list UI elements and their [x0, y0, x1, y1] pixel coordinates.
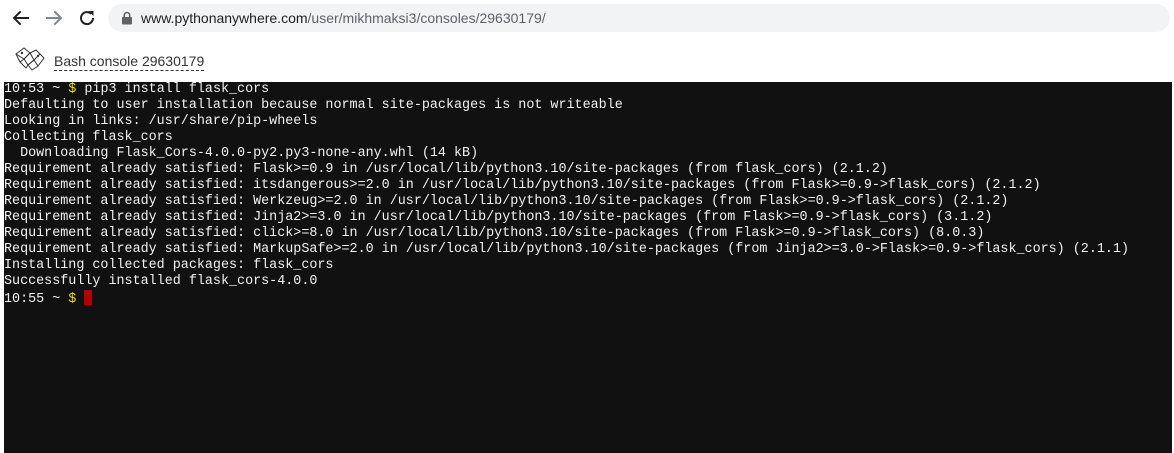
terminal-line: Downloading Flask_Cors-4.0.0-py2.py3-non…: [4, 146, 479, 161]
terminal-line: Requirement already satisfied: MarkupSaf…: [4, 242, 1129, 257]
terminal-cursor: [84, 290, 93, 305]
reload-button[interactable]: [76, 7, 98, 29]
reload-icon: [80, 11, 95, 26]
terminal-line: Requirement already satisfied: Werkzeug>…: [4, 194, 1009, 209]
address-bar[interactable]: www.pythonanywhere.com/user/mikhmaksi3/c…: [108, 4, 1170, 32]
page-header: Bash console 29630179: [0, 37, 1174, 82]
prompt-prefix: 10:55 ~: [4, 292, 69, 307]
back-button[interactable]: [10, 7, 32, 29]
url-path: /user/mikhmaksi3/consoles/29630179/: [307, 10, 546, 26]
terminal-line: Installing collected packages: flask_cor…: [4, 258, 334, 273]
terminal-line: Requirement already satisfied: itsdanger…: [4, 178, 1041, 193]
arrow-right-icon: [46, 10, 63, 26]
terminal-line: Requirement already satisfied: Jinja2>=3…: [4, 210, 993, 225]
terminal-line: Requirement already satisfied: Flask>=0.…: [4, 162, 888, 177]
terminal-prompt-line: 10:53 ~ $ pip3 install flask_cors: [4, 82, 1129, 98]
forward-button[interactable]: [43, 7, 65, 29]
console-title-link[interactable]: Bash console 29630179: [54, 53, 205, 71]
browser-toolbar: www.pythonanywhere.com/user/mikhmaksi3/c…: [0, 0, 1174, 37]
terminal-line: Collecting flask_cors: [4, 130, 173, 145]
arrow-left-icon: [12, 10, 29, 26]
prompt-command: [76, 292, 84, 307]
terminal-line: Successfully installed flask_cors-4.0.0: [4, 274, 318, 289]
prompt-prefix: 10:53 ~: [4, 82, 69, 97]
url-host: www.pythonanywhere.com: [141, 10, 308, 26]
url-text[interactable]: www.pythonanywhere.com/user/mikhmaksi3/c…: [141, 10, 546, 26]
terminal-output: 10:53 ~ $ pip3 install flask_cors Defaul…: [4, 82, 1129, 307]
terminal-line: Defaulting to user installation because …: [4, 98, 623, 113]
terminal-line: Looking in links: /usr/share/pip-wheels: [4, 114, 318, 129]
terminal-prompt-line[interactable]: 10:55 ~ $: [4, 290, 1129, 307]
lock-icon[interactable]: [120, 11, 134, 25]
terminal-line: Requirement already satisfied: click>=8.…: [4, 226, 985, 241]
prompt-command: pip3 install flask_cors: [76, 82, 270, 97]
terminal[interactable]: 10:53 ~ $ pip3 install flask_cors Defaul…: [4, 82, 1172, 453]
pythonanywhere-logo-icon[interactable]: [12, 44, 48, 74]
